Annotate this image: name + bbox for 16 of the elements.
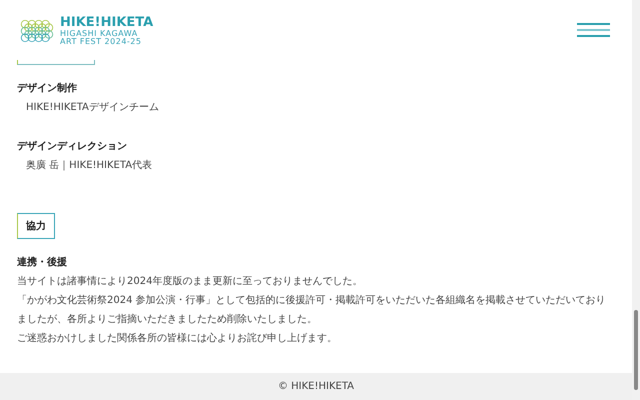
scrollbar[interactable] — [632, 0, 640, 400]
credit-value: HIKE!HIKETAデザインチーム — [25, 101, 160, 115]
logo-title: HIKE!HIKETA — [60, 16, 154, 29]
logo-subtitle: ART FEST 2024-25 — [60, 38, 142, 46]
credit-heading: デザインディレクション — [17, 140, 128, 154]
menu-icon[interactable] — [577, 23, 610, 37]
logo-mark-icon — [20, 18, 54, 44]
section-tag: 協力 — [17, 213, 55, 239]
notice-text: ご迷惑おかけしました関係各所の皆様には心よりお詫び申し上げます。 — [17, 332, 338, 346]
notice-text: 「かがわ文化芸術祭2024 参加公演・行事」として包括的に後援許可・掲載許可をいただいた各組織名を掲載させていただいておりましたが、各所よりご指摘いただきましたため削除いたしました。 — [17, 294, 607, 327]
copyright-text: © HIKE!HIKETA — [278, 380, 354, 394]
logo-subtitle: HIGASHI KAGAWA — [60, 30, 139, 38]
notice-text: 当サイトは諸事情により2024年度版のまま更新に至っておりませんでした。 — [17, 274, 364, 289]
credit-heading: デザイン制作 — [17, 82, 78, 96]
cooperation-heading: 連携・後援 — [17, 256, 68, 270]
credit-value: 奥廣 岳｜HIKE!HIKETA代表 — [25, 158, 154, 173]
